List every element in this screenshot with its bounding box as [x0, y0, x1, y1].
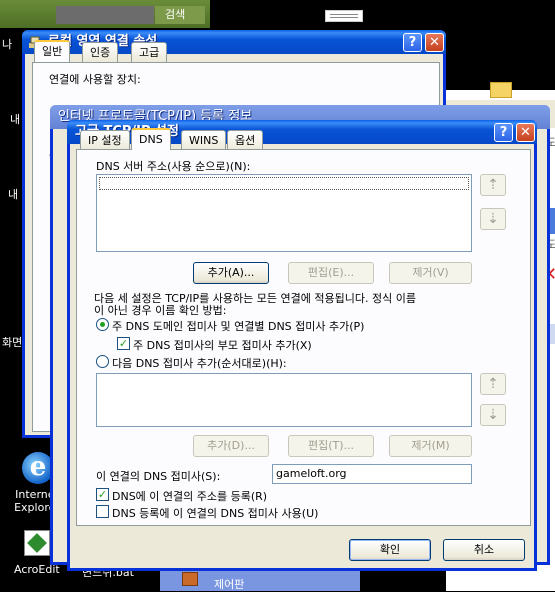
dns-panel: DNS 서버 주소(사용 순으로)(N): ⇡ ⇣ 추가(A)... 편집(E)…	[76, 149, 531, 526]
close-button[interactable]: ✕	[425, 33, 444, 52]
checkbox-register-dns[interactable]: ✓	[96, 488, 109, 501]
dns-suffix-field[interactable]: gameloft.org	[272, 464, 472, 484]
radio-primary-suffix[interactable]	[96, 318, 109, 331]
tab-authentication[interactable]: 인증	[82, 42, 119, 62]
taskbar-field[interactable]	[56, 6, 154, 24]
checkbox-use-suffix-label[interactable]: DNS 등록에 이 연결의 DNS 접미사 사용(U)	[112, 505, 318, 521]
tab-wins[interactable]: WINS	[181, 130, 227, 150]
advanced-tcpip-dialog: 고급 TCP/IP 설정 ? ✕ IP 설정 DNS WINS 옵션 DNS 서…	[67, 120, 537, 571]
checkbox-parent-suffix[interactable]: ✓	[117, 337, 130, 350]
tab-general[interactable]: 일반	[34, 40, 71, 62]
suffix-down-button[interactable]: ⇣	[480, 404, 506, 426]
cancel-button[interactable]: 취소	[443, 539, 525, 561]
dns-suffix-label: 이 연결의 DNS 접미사(S):	[96, 470, 221, 483]
info-text: 이 아닌 경우 이름 확인 방법:	[94, 304, 227, 317]
device-label: 연결에 사용할 장치:	[49, 73, 141, 86]
tab-ip-settings[interactable]: IP 설정	[80, 130, 130, 150]
help-button[interactable]: ?	[403, 33, 422, 52]
radio-append-suffixes[interactable]	[96, 355, 109, 368]
checkbox-register-dns-label[interactable]: DNS에 이 연결의 주소를 등록(R)	[112, 488, 267, 504]
checkbox-parent-suffix-label[interactable]: 주 DNS 접미사의 부모 접미사 추가(X)	[133, 337, 312, 353]
edit-dns-server-button[interactable]: 편집(E)...	[288, 262, 374, 284]
keyboard-icon	[325, 10, 363, 22]
edit-suffix-button[interactable]: 편집(T)...	[288, 435, 374, 457]
move-down-button[interactable]: ⇣	[480, 208, 506, 230]
help-button[interactable]: ?	[494, 123, 513, 142]
tab-options[interactable]: 옵션	[227, 130, 264, 150]
close-button[interactable]: ✕	[516, 123, 535, 142]
radio-append-suffixes-label[interactable]: 다음 DNS 접미사 추가(순서대로)(H):	[112, 355, 287, 371]
folder-icon	[490, 82, 512, 98]
move-up-button[interactable]: ⇡	[480, 174, 506, 196]
acroedit-icon[interactable]	[24, 530, 50, 556]
desktop-edge-text: 나	[2, 38, 13, 51]
taskbar-badge[interactable]: 검색	[155, 6, 205, 24]
control-panel-link[interactable]: 제어판	[214, 576, 244, 592]
ok-button[interactable]: 확인	[349, 539, 431, 561]
suffix-up-button[interactable]: ⇡	[480, 373, 506, 395]
radio-primary-suffix-label[interactable]: 주 DNS 도메인 접미사 및 연결별 DNS 접미사 추가(P)	[112, 318, 364, 334]
desktop-edge-text: 내	[8, 188, 19, 201]
taskbar-strip: 검색	[0, 0, 210, 28]
dns-servers-label: DNS 서버 주소(사용 순으로)(N):	[96, 160, 251, 173]
dns-suffix-list[interactable]	[96, 373, 472, 427]
remove-dns-server-button[interactable]: 제거(V)	[389, 262, 472, 284]
desktop-edge-text: 화면	[2, 336, 23, 349]
tab-advanced[interactable]: 고급	[131, 42, 168, 62]
tab-dns[interactable]: DNS	[131, 128, 171, 150]
dns-servers-list[interactable]	[96, 174, 472, 252]
add-dns-server-button[interactable]: 추가(A)...	[193, 262, 269, 284]
control-panel-icon	[182, 572, 198, 586]
add-suffix-button[interactable]: 추가(D)...	[193, 435, 269, 457]
remove-suffix-button[interactable]: 제거(M)	[389, 435, 472, 457]
list-focus-row[interactable]	[99, 177, 469, 190]
checkbox-use-suffix[interactable]	[96, 505, 109, 518]
desktop-edge-text: 내	[10, 113, 21, 126]
